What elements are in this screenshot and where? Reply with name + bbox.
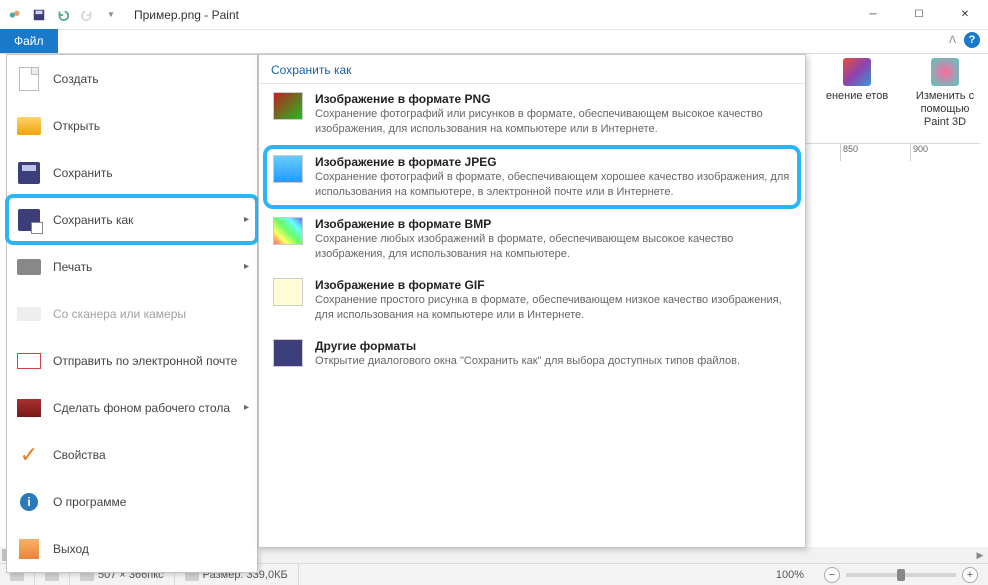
help-icon[interactable]: ? [964,32,980,48]
menu-about[interactable]: iО программе [7,478,257,525]
undo-icon[interactable] [52,4,74,26]
menu-properties[interactable]: ✓Свойства [7,431,257,478]
saveas-gif[interactable]: Изображение в формате GIFСохранение прос… [259,270,805,331]
zoom-control[interactable]: − + [814,567,988,583]
status-zoom-percent: 100% [766,564,814,585]
quick-access-toolbar: ▼ [0,4,126,26]
window-title: Пример.png - Paint [126,8,850,22]
submenu-header: Сохранить как [259,55,805,84]
zoom-out-button[interactable]: − [824,567,840,583]
save-icon[interactable] [28,4,50,26]
gif-format-icon [273,278,303,306]
minimize-button[interactable]: ─ [850,0,896,30]
ribbon-right-group: енение етов Изменить с помощью Paint 3D [822,58,980,130]
menu-open[interactable]: Открыть [7,102,257,149]
app-icon[interactable] [4,4,26,26]
titlebar: ▼ Пример.png - Paint ─ ☐ ✕ [0,0,988,30]
saveas-png[interactable]: Изображение в формате PNGСохранение фото… [259,84,805,145]
menu-save[interactable]: Сохранить [7,149,257,196]
png-format-icon [273,92,303,120]
close-button[interactable]: ✕ [942,0,988,30]
menu-print[interactable]: Печать▸ [7,243,257,290]
file-tab[interactable]: Файл [0,29,58,53]
saveas-other[interactable]: Другие форматыОткрытие диалогового окна … [259,331,805,377]
edit-colors-button[interactable]: енение етов [822,58,892,130]
bmp-format-icon [273,217,303,245]
menu-desktop-bg[interactable]: Сделать фоном рабочего стола▸ [7,384,257,431]
zoom-in-button[interactable]: + [962,567,978,583]
scrollbar-right-arrow[interactable]: ▶ [972,547,988,563]
redo-icon[interactable] [76,4,98,26]
menu-exit[interactable]: Выход [7,525,257,572]
palette-icon [843,58,871,86]
chevron-right-icon: ▸ [244,261,249,272]
menu-email[interactable]: Отправить по электронной почте [7,337,257,384]
check-icon: ✓ [15,441,43,469]
menu-save-as[interactable]: Сохранить как▸ [7,196,257,243]
info-icon: i [20,493,38,511]
menu-new[interactable]: Создать [7,55,257,102]
qat-dropdown-icon[interactable]: ▼ [100,4,122,26]
paint3d-icon [931,58,959,86]
other-format-icon [273,339,303,367]
chevron-right-icon: ▸ [244,214,249,225]
zoom-thumb[interactable] [897,569,905,581]
save-as-submenu: Сохранить как Изображение в формате PNGС… [258,54,806,548]
tab-bar: Файл ᐱ ? [0,30,988,54]
file-menu: Создать Открыть Сохранить Сохранить как▸… [6,54,258,573]
menu-scanner: Со сканера или камеры [7,290,257,337]
collapse-ribbon-icon[interactable]: ᐱ [949,35,956,46]
saveas-jpeg[interactable]: Изображение в формате JPEGСохранение фот… [265,147,799,208]
maximize-button[interactable]: ☐ [896,0,942,30]
saveas-bmp[interactable]: Изображение в формате BMPСохранение любы… [259,209,805,270]
jpeg-format-icon [273,155,303,183]
zoom-slider[interactable] [846,573,956,577]
paint3d-button[interactable]: Изменить с помощью Paint 3D [910,58,980,130]
chevron-right-icon: ▸ [244,402,249,413]
